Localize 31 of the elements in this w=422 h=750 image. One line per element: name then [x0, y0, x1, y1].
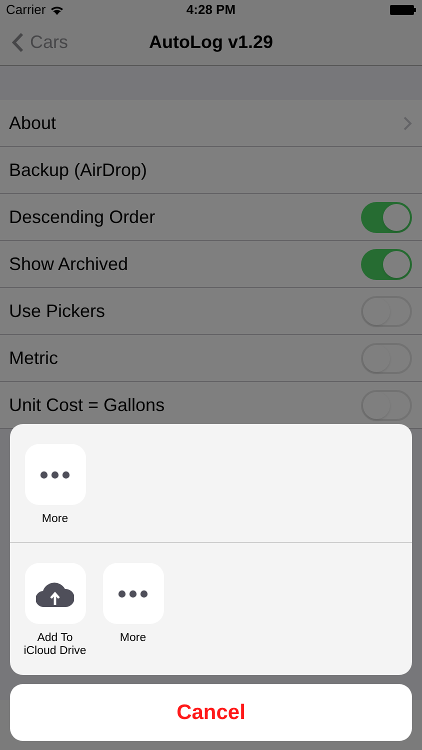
row-label: Metric [9, 346, 58, 370]
row-label: Backup (AirDrop) [9, 158, 148, 182]
toggle-switch[interactable] [361, 390, 412, 420]
nav-title: AutoLog v1.29 [149, 31, 273, 54]
toggle-switch[interactable] [361, 248, 412, 280]
row-label: Use Pickers [9, 300, 106, 322]
toggle-switch[interactable] [361, 202, 412, 232]
share-action-label: Add To iCloud Drive [24, 632, 86, 658]
cancel-button[interactable]: Cancel [10, 684, 412, 741]
row-label: Unit Cost = Gallons [9, 394, 165, 416]
status-time: 4:28 PM [186, 1, 236, 20]
more-button[interactable] [102, 563, 164, 624]
row-label: About [9, 112, 56, 134]
chevron-left-icon [12, 32, 24, 53]
row-label: Show Archived [9, 252, 128, 276]
settings-row[interactable]: About [0, 100, 422, 147]
share-action-label: More [42, 513, 68, 526]
ellipsis-icon [40, 470, 70, 478]
toggle-switch[interactable] [361, 296, 412, 326]
more-button[interactable] [24, 444, 86, 505]
toggle-switch[interactable] [361, 342, 412, 374]
icloud-drive-button[interactable] [24, 563, 86, 624]
ellipsis-icon [118, 590, 148, 598]
battery-icon [390, 5, 416, 15]
wifi-icon [50, 5, 64, 15]
carrier-label: Carrier [6, 1, 46, 20]
row-label: Descending Order [9, 206, 156, 229]
settings-row[interactable]: Backup (AirDrop) [0, 147, 422, 194]
share-action-label: More [120, 632, 146, 645]
cloud-upload-icon [36, 580, 74, 606]
chevron-right-icon [403, 116, 412, 130]
